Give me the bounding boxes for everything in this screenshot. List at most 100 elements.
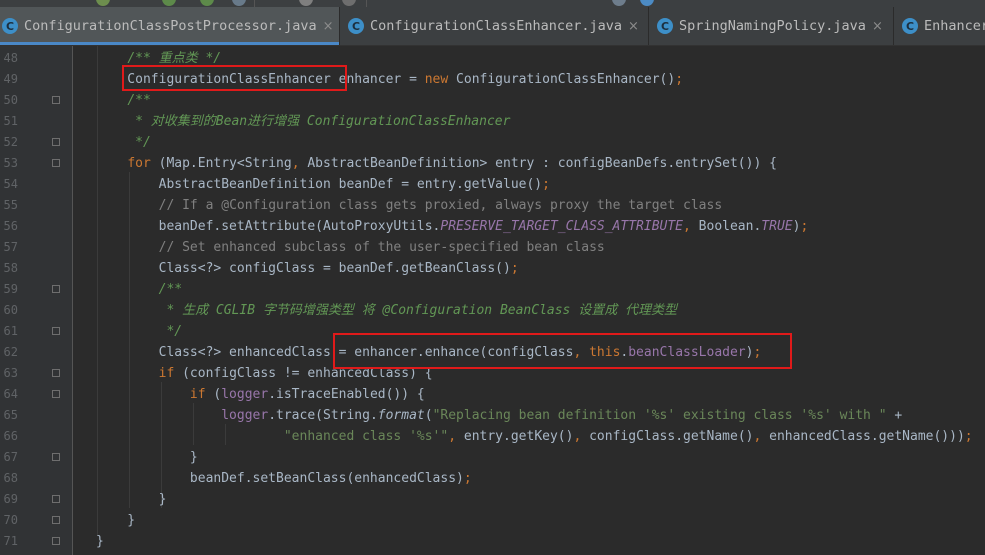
code-text: } bbox=[96, 510, 135, 531]
code-line[interactable]: 67 } bbox=[4, 447, 985, 468]
tab-label: ConfigurationClassPostProcessor.java bbox=[24, 18, 317, 34]
close-icon[interactable]: × bbox=[323, 19, 334, 34]
build-icon[interactable] bbox=[299, 0, 313, 6]
code-token: beanDef.setAttribute(AutoProxyUtils. bbox=[96, 219, 441, 234]
class-icon: C bbox=[902, 18, 918, 34]
code-token: configClass.getName() bbox=[581, 429, 754, 444]
code-line[interactable]: 60 * 生成 CGLIB 字节码增强类型 将 @Configuration B… bbox=[4, 300, 985, 321]
code-token: , bbox=[683, 219, 691, 234]
fold-marker-icon[interactable] bbox=[52, 453, 60, 461]
line-number: 65 bbox=[3, 408, 18, 422]
close-icon[interactable]: × bbox=[628, 19, 639, 34]
code-line[interactable]: 54 AbstractBeanDefinition beanDef = entr… bbox=[4, 174, 985, 195]
code-line[interactable]: 59 /** bbox=[4, 279, 985, 300]
code-line[interactable]: 53 for (Map.Entry<String, AbstractBeanDe… bbox=[4, 153, 985, 174]
code-text: // Set enhanced subclass of the user-spe… bbox=[96, 237, 605, 258]
code-line[interactable]: 65 logger.trace(String.format("Replacing… bbox=[4, 405, 985, 426]
tab-enhancer[interactable]: C Enhancer bbox=[893, 7, 985, 45]
code-text: beanDef.setBeanClass(enhancedClass); bbox=[96, 468, 472, 489]
fold-marker-icon[interactable] bbox=[52, 138, 60, 146]
highlight-box-enhance-call bbox=[333, 333, 792, 369]
tab-label: Enhancer bbox=[924, 18, 985, 34]
run-icon[interactable] bbox=[96, 0, 110, 6]
line-number: 60 bbox=[3, 303, 18, 317]
code-line[interactable]: 69 } bbox=[4, 489, 985, 510]
code-line[interactable]: 58 Class<?> configClass = beanDef.getBea… bbox=[4, 258, 985, 279]
code-line[interactable]: 50 /** bbox=[4, 90, 985, 111]
code-token: } bbox=[96, 513, 136, 528]
project-structure-icon[interactable] bbox=[612, 0, 626, 6]
code-line[interactable]: 57 // Set enhanced subclass of the user-… bbox=[4, 237, 985, 258]
code-line[interactable]: 68 beanDef.setBeanClass(enhancedClass); bbox=[4, 468, 985, 489]
debug-icon[interactable] bbox=[162, 0, 176, 6]
line-number: 50 bbox=[3, 93, 18, 107]
code-token: , bbox=[448, 429, 457, 444]
code-token: /** bbox=[127, 93, 151, 108]
code-token: AbstractBeanDefinition> entry : configBe… bbox=[299, 156, 777, 171]
fold-marker-icon[interactable] bbox=[52, 327, 60, 335]
tab-label: SpringNamingPolicy.java bbox=[679, 18, 866, 34]
code-text: // If a @Configuration class gets proxie… bbox=[96, 195, 723, 216]
coverage-icon[interactable] bbox=[200, 0, 214, 6]
code-text: */ bbox=[96, 321, 182, 342]
fold-marker-icon[interactable] bbox=[52, 516, 60, 524]
code-token: */ bbox=[166, 324, 183, 339]
fold-marker-icon[interactable] bbox=[52, 537, 60, 545]
code-token: /** 重点类 */ bbox=[127, 51, 222, 66]
code-token: format bbox=[377, 408, 425, 423]
code-token: , bbox=[291, 156, 300, 171]
stop-icon[interactable] bbox=[342, 0, 356, 6]
code-line[interactable]: 56 beanDef.setAttribute(AutoProxyUtils.P… bbox=[4, 216, 985, 237]
line-number: 54 bbox=[3, 177, 18, 191]
line-number: 51 bbox=[3, 114, 18, 128]
line-number: 62 bbox=[3, 345, 18, 359]
code-text: * 生成 CGLIB 字节码增强类型 将 @Configuration Bean… bbox=[96, 300, 677, 321]
fold-marker-icon[interactable] bbox=[52, 495, 60, 503]
code-token: ConfigurationClassEnhancer() bbox=[448, 72, 676, 87]
code-text: * 对收集到的Bean进行增强 ConfigurationClassEnhanc… bbox=[96, 111, 510, 132]
code-text: AbstractBeanDefinition beanDef = entry.g… bbox=[96, 174, 550, 195]
code-token: ; bbox=[964, 429, 973, 444]
line-number: 64 bbox=[3, 387, 18, 401]
code-line[interactable]: 64 if (logger.isTraceEnabled()) { bbox=[4, 384, 985, 405]
code-line[interactable]: 66 "enhanced class '%s'", entry.getKey()… bbox=[4, 426, 985, 447]
profile-icon[interactable] bbox=[232, 0, 246, 6]
code-token: beanDef.setBeanClass(enhancedClass) bbox=[96, 471, 464, 486]
line-number: 48 bbox=[3, 51, 18, 65]
fold-marker-icon[interactable] bbox=[52, 159, 60, 167]
tab-configuration-class-post-processor[interactable]: C ConfigurationClassPostProcessor.java × bbox=[0, 7, 339, 45]
code-text: } bbox=[96, 489, 167, 510]
code-line[interactable]: 55 // If a @Configuration class gets pro… bbox=[4, 195, 985, 216]
code-token: logger bbox=[221, 408, 269, 423]
close-icon[interactable]: × bbox=[872, 19, 883, 34]
code-text: } bbox=[96, 447, 198, 468]
settings-icon[interactable] bbox=[640, 0, 654, 6]
fold-marker-icon[interactable] bbox=[52, 390, 60, 398]
fold-marker-icon[interactable] bbox=[52, 96, 60, 104]
code-token: /** bbox=[158, 282, 183, 297]
code-line[interactable]: 71} bbox=[4, 531, 985, 552]
line-number: 49 bbox=[3, 72, 18, 86]
code-token: AbstractBeanDefinition beanDef = entry.g… bbox=[96, 177, 543, 192]
code-line[interactable]: 52 */ bbox=[4, 132, 985, 153]
code-token: */ bbox=[135, 135, 151, 150]
toolbar-separator bbox=[254, 0, 255, 7]
code-token: ( bbox=[205, 387, 222, 402]
fold-marker-icon[interactable] bbox=[52, 285, 60, 293]
line-number: 56 bbox=[3, 219, 18, 233]
code-editor[interactable]: 48 /** 重点类 */ 49 ConfigurationClassEnhanc… bbox=[4, 46, 985, 555]
fold-marker-icon[interactable] bbox=[52, 369, 60, 377]
code-line[interactable]: 51 * 对收集到的Bean进行增强 ConfigurationClassEnh… bbox=[4, 111, 985, 132]
editor-tab-bar: C ConfigurationClassPostProcessor.java ×… bbox=[0, 7, 985, 46]
tab-configuration-class-enhancer[interactable]: C ConfigurationClassEnhancer.java × bbox=[339, 7, 648, 45]
line-number: 61 bbox=[3, 324, 18, 338]
code-line[interactable]: 70 } bbox=[4, 510, 985, 531]
tab-spring-naming-policy[interactable]: C SpringNamingPolicy.java × bbox=[648, 7, 893, 45]
code-text: if (logger.isTraceEnabled()) { bbox=[96, 384, 425, 405]
toolbar-separator bbox=[366, 0, 367, 7]
